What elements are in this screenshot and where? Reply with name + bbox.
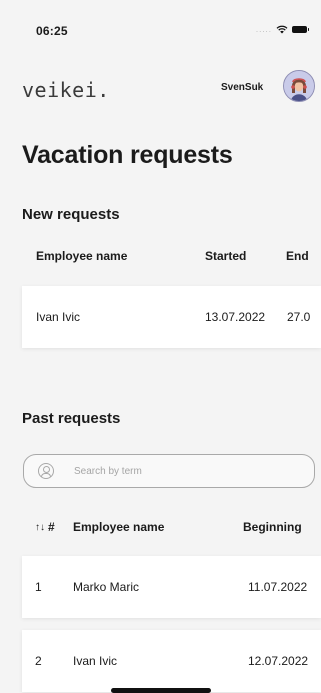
column-number[interactable]: # xyxy=(48,520,55,534)
status-time: 06:25 xyxy=(36,24,68,38)
status-icons: ..... xyxy=(255,24,309,34)
row-employee: Marko Maric xyxy=(73,580,140,594)
row-beginning: 12.07.2022 xyxy=(248,654,309,668)
logo[interactable]: veikei. xyxy=(22,78,110,102)
new-requests-table-header: Employee name Started End xyxy=(0,249,321,281)
row-employee: Ivan Ivic xyxy=(36,310,81,324)
column-end[interactable]: End xyxy=(286,249,309,263)
home-indicator xyxy=(111,688,211,693)
new-request-row[interactable]: Ivan Ivic 13.07.2022 27.0 xyxy=(22,286,321,348)
row-employee: Ivan Ivic xyxy=(73,654,118,668)
app-header: veikei. SvenSuk xyxy=(0,70,321,110)
column-started[interactable]: Started xyxy=(205,249,246,263)
row-number: 1 xyxy=(35,580,42,594)
past-request-row[interactable]: 1 Marko Maric 11.07.2022 xyxy=(22,556,321,618)
avatar-illustration xyxy=(284,71,314,101)
row-started: 13.07.2022 xyxy=(205,310,266,324)
sort-icon[interactable]: ↑↓ xyxy=(35,522,45,533)
row-beginning: 11.07.2022 xyxy=(248,580,308,594)
row-end: 27.0 xyxy=(287,310,311,324)
battery-icon xyxy=(292,26,309,33)
column-employee-name[interactable]: Employee name xyxy=(73,520,164,534)
column-beginning[interactable]: Beginning xyxy=(243,520,302,534)
new-requests-title: New requests xyxy=(22,206,120,223)
past-requests-table-header: ↑↓ # Employee name Beginning xyxy=(0,520,321,552)
page-title: Vacation requests xyxy=(22,141,233,169)
past-request-row[interactable]: 2 Ivan Ivic 12.07.2022 xyxy=(22,630,321,692)
wifi-icon xyxy=(276,25,288,34)
status-bar: 06:25 ..... xyxy=(0,0,321,44)
username[interactable]: SvenSuk xyxy=(221,82,263,93)
avatar-icon[interactable] xyxy=(283,70,315,102)
column-employee-name[interactable]: Employee name xyxy=(36,249,127,263)
row-number: 2 xyxy=(35,654,42,668)
search-box[interactable] xyxy=(23,454,315,488)
search-input[interactable] xyxy=(72,455,306,487)
search-icon xyxy=(38,463,54,479)
signal-icon: ..... xyxy=(255,24,272,34)
past-requests-title: Past requests xyxy=(22,410,121,427)
